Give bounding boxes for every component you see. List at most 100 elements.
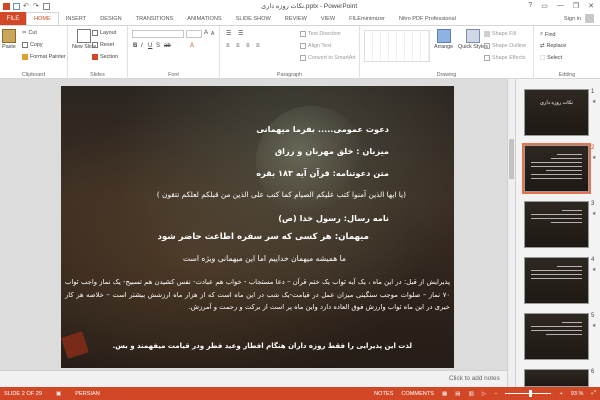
save-icon[interactable] (13, 2, 20, 10)
scrollbar-thumb[interactable] (509, 139, 514, 179)
font-family-box[interactable] (132, 30, 184, 38)
shape-outline-button[interactable]: Shape Outline (484, 43, 526, 49)
underline-icon[interactable]: U (148, 43, 152, 49)
tab-insert[interactable]: INSERT (59, 12, 93, 25)
align-text-button[interactable]: Align Text (300, 43, 331, 49)
italic-icon[interactable]: I (141, 43, 143, 49)
comments-button[interactable]: COMMENTS (401, 391, 434, 397)
restore-button[interactable]: ❐ (573, 2, 579, 10)
slide-line-invitation[interactable]: دعوت عمومی..... بفرما میهمانی (256, 124, 389, 134)
strikethrough-icon[interactable]: ab (164, 43, 171, 49)
shadow-icon[interactable]: S (156, 43, 160, 49)
tab-file[interactable]: FILE (0, 12, 26, 25)
close-button[interactable]: ✕ (588, 2, 594, 10)
copy-button[interactable]: Copy (22, 42, 43, 48)
bold-icon[interactable]: B (133, 43, 137, 49)
thumbnail-text-lines (531, 266, 582, 282)
bullets-icon[interactable]: ☰ (226, 30, 231, 37)
slide-line-guest[interactable]: میهمان: هر کسی که سر سفره اطاعت حاضر شود (157, 232, 369, 242)
shrink-font-icon[interactable]: A (211, 31, 214, 37)
arrange-icon (436, 29, 451, 43)
tab-review[interactable]: REVIEW (278, 12, 314, 25)
shape-effects-icon (484, 55, 490, 61)
fit-slide-icon[interactable]: ⤢ (592, 390, 596, 397)
slide-thumbnail-6[interactable] (524, 369, 589, 387)
reset-button[interactable]: Reset (92, 42, 114, 48)
select-button[interactable]: ⬚ Select (540, 55, 562, 61)
thumbnail-text-lines (531, 154, 582, 182)
sign-in-link[interactable]: Sign in (564, 16, 581, 22)
slide-number: 4 (591, 257, 595, 263)
paste-button[interactable]: Paste (2, 29, 16, 50)
tab-nitro-pdf[interactable]: Nitro PDF Professional (392, 12, 463, 25)
find-button[interactable]: ⌕ Find (540, 31, 556, 38)
zoom-in-icon[interactable]: + (559, 391, 562, 397)
slide-sorter-icon[interactable]: ▤ (455, 391, 460, 397)
zoom-slider[interactable] (505, 390, 552, 397)
language-indicator[interactable]: PERSIAN (75, 391, 100, 397)
slide-thumbnail-4[interactable] (524, 257, 589, 304)
cut-button[interactable]: ✂ Cut (22, 30, 37, 36)
slide-line-host[interactable]: میزبان : خلق مهربان و رزاق (275, 146, 389, 156)
shape-fill-icon (484, 31, 490, 37)
slide-thumbnail-5[interactable] (524, 313, 589, 360)
quick-access-toolbar: ↶ ↷ (0, 2, 90, 10)
tab-fileminimizer[interactable]: FILEminimizer (342, 12, 392, 25)
reading-view-icon[interactable]: ▥ (469, 391, 474, 397)
align-left-icon[interactable]: ≡ (226, 43, 230, 49)
tab-transitions[interactable]: TRANSITIONS (129, 12, 181, 25)
start-slideshow-icon[interactable] (43, 2, 50, 10)
tab-view[interactable]: VIEW (314, 12, 342, 25)
tab-slide-show[interactable]: SLIDE SHOW (229, 12, 278, 25)
shape-fill-button[interactable]: Shape Fill (484, 31, 516, 37)
slide-thumbnail-1[interactable]: نکات روزه داری (524, 89, 589, 136)
slide-line-invitation-text[interactable]: متن دعوتنامه: قرآن آیه ۱۸۳ بقره (256, 168, 389, 178)
minimize-button[interactable]: — (557, 2, 564, 10)
ribbon-display-button[interactable]: ▭ (541, 2, 548, 10)
numbering-icon[interactable]: ☰ (238, 30, 243, 37)
align-right-icon[interactable]: ≡ (246, 43, 250, 49)
redo-icon[interactable]: ↷ (33, 3, 40, 10)
grow-font-icon[interactable]: A (204, 30, 208, 36)
tab-animations[interactable]: ANIMATIONS (180, 12, 228, 25)
notes-button[interactable]: NOTES (374, 391, 393, 397)
avatar[interactable] (585, 14, 594, 23)
section-button[interactable]: Section (92, 54, 118, 60)
text-direction-button[interactable]: Text Direction (300, 31, 341, 37)
slide-line-conclusion[interactable]: لذت این پذیرایی را فقط روزه داران هنگام … (113, 342, 412, 350)
convert-smartart-button[interactable]: Convert to SmartArt (300, 55, 356, 61)
slide-line-messenger[interactable]: نامه رسال: رسول خدا (ص) (278, 213, 389, 223)
help-button[interactable]: ? (528, 2, 532, 10)
slide-thumbnail-2[interactable] (522, 143, 591, 194)
arrange-button[interactable]: Arrange (434, 29, 453, 50)
slide-thumbnail-3[interactable] (524, 201, 589, 248)
align-center-icon[interactable]: ≡ (236, 43, 240, 49)
spellcheck-icon[interactable]: ▣ (56, 391, 61, 397)
normal-view-icon[interactable]: ▦ (442, 391, 447, 397)
zoom-slider-knob[interactable] (529, 390, 533, 397)
smartart-icon (300, 55, 306, 61)
shape-effects-button[interactable]: Shape Effects (484, 55, 525, 61)
animation-star-icon: ★ (592, 323, 597, 329)
current-slide[interactable]: دعوت عمومی..... بفرما میهمانی میزبان : خ… (61, 86, 454, 368)
shapes-gallery[interactable] (364, 30, 430, 62)
font-color-icon[interactable]: A (190, 43, 194, 49)
zoom-level[interactable]: 93 % (571, 391, 584, 397)
slideshow-view-icon[interactable]: ▷ (482, 391, 486, 397)
undo-icon[interactable]: ↶ (23, 3, 30, 10)
slide-paragraph-hospitality[interactable]: پذیرایش از قبل: در این ماه ، یک آیه ثواب… (65, 276, 450, 314)
zoom-out-icon[interactable]: − (494, 391, 497, 397)
justify-icon[interactable]: ≡ (256, 43, 260, 49)
format-painter-button[interactable]: Format Painter (22, 54, 66, 60)
replace-button[interactable]: ⇄ Replace (540, 43, 566, 49)
vertical-scrollbar[interactable] (507, 79, 515, 387)
layout-button[interactable]: Layout (92, 30, 116, 36)
notes-pane[interactable]: Click to add notes (0, 370, 507, 387)
tab-home[interactable]: HOME (26, 12, 59, 25)
tab-design[interactable]: DESIGN (93, 12, 128, 25)
notes-placeholder[interactable]: Click to add notes (449, 375, 500, 382)
copy-icon (22, 42, 28, 48)
font-size-box[interactable] (186, 30, 202, 38)
slide-line-verse[interactable]: (یا ایها الذین آمنوا کتب علیکم الصیام کم… (157, 190, 406, 199)
slide-line-guests-note[interactable]: ما همیشه میهمان خداییم اما این میهمانی و… (183, 254, 346, 263)
